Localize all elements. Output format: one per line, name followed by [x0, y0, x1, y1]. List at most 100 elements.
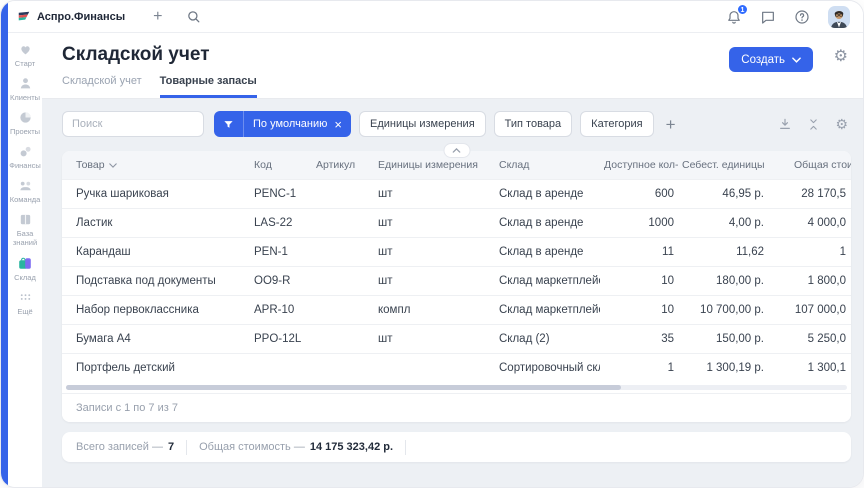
- column-header-available-qty[interactable]: Доступное кол-во: [600, 159, 678, 171]
- remove-filter-icon[interactable]: ×: [334, 118, 351, 131]
- chevron-up-icon: [453, 148, 461, 153]
- filter-units-button[interactable]: Единицы измерения: [359, 111, 486, 137]
- column-header-unit-cost[interactable]: Себест. единицы: [678, 159, 768, 171]
- sidebar: Старт Клиенты: [8, 33, 42, 487]
- cell-warehouse: Склад в аренде: [495, 217, 600, 229]
- table-row[interactable]: Подставка под документы OO9-R шт Склад м…: [62, 266, 851, 295]
- cell-product-name: Портфель детский: [62, 362, 250, 374]
- cell-available-qty: 10: [600, 275, 678, 287]
- cell-total-cost: 1 300,1: [768, 362, 851, 374]
- total-records-label: Всего записей —: [76, 441, 163, 453]
- collapse-filters-pill[interactable]: [443, 143, 470, 158]
- cell-product-name: Ручка шариковая: [62, 188, 250, 200]
- cell-code: PENC-1: [250, 188, 312, 200]
- download-icon[interactable]: [778, 117, 792, 131]
- quick-add-button[interactable]: +: [153, 9, 162, 25]
- main-content: Складской учет Складской учет Товарные з…: [42, 33, 863, 487]
- start-icon: [18, 42, 33, 57]
- column-header-code[interactable]: Код: [250, 159, 312, 171]
- cell-unit-cost: 46,95 р.: [678, 188, 768, 200]
- cell-available-qty: 1: [600, 362, 678, 374]
- global-search-icon[interactable]: [186, 9, 201, 24]
- add-filter-button[interactable]: +: [666, 116, 676, 133]
- chevron-down-icon: [792, 57, 801, 63]
- cell-warehouse: Сортировочный склад: [495, 362, 600, 374]
- sidebar-item-finance[interactable]: Финансы: [8, 144, 42, 170]
- total-records-value: 7: [168, 441, 174, 453]
- cell-code: APR-10: [250, 304, 312, 316]
- sidebar-item-knowledge-base[interactable]: База знаний: [8, 212, 42, 247]
- default-filter-chip[interactable]: По умолчанию ×: [214, 111, 351, 137]
- column-header-product[interactable]: Товар: [62, 159, 250, 171]
- cell-unit-cost: 180,00 р.: [678, 275, 768, 287]
- cell-warehouse: Склад маркетплейса: [495, 275, 600, 287]
- cell-product-name: Карандаш: [62, 246, 250, 258]
- cell-available-qty: 1000: [600, 217, 678, 229]
- warehouse-icon: [17, 255, 33, 271]
- scrollbar-thumb[interactable]: [66, 385, 621, 390]
- cell-unit: шт: [374, 217, 495, 229]
- sidebar-item-team[interactable]: Команда: [8, 178, 42, 204]
- filter-bar: По умолчанию × Единицы измерения Тип тов…: [62, 111, 851, 137]
- inventory-table-card: Товар Код Артикул Единицы измерения Скла…: [62, 151, 851, 422]
- table-settings-gear-icon[interactable]: ⚙: [835, 117, 848, 131]
- table-row[interactable]: Ластик LAS-22 шт Склад в аренде 1000 4,0…: [62, 208, 851, 237]
- table-row[interactable]: Ручка шариковая PENC-1 шт Склад в аренде…: [62, 179, 851, 208]
- brand-flag-icon: [17, 10, 31, 24]
- filter-category-button[interactable]: Категория: [580, 111, 653, 137]
- user-avatar[interactable]: [828, 6, 850, 28]
- tab-bar: Складской учет Товарные запасы: [62, 75, 849, 98]
- cell-total-cost: 5 250,0: [768, 333, 851, 345]
- help-icon[interactable]: [794, 9, 810, 25]
- cell-available-qty: 600: [600, 188, 678, 200]
- clients-icon: [18, 76, 33, 91]
- column-header-warehouse[interactable]: Склад: [495, 159, 600, 171]
- notifications-bell-icon[interactable]: 1: [726, 9, 742, 25]
- tab-product-stocks[interactable]: Товарные запасы: [160, 75, 257, 98]
- cell-total-cost: 28 170,5: [768, 188, 851, 200]
- table-row[interactable]: Портфель детский Сортировочный склад 1 1…: [62, 353, 851, 382]
- sidebar-item-start[interactable]: Старт: [8, 42, 42, 68]
- table-row[interactable]: Набор первоклассника APR-10 компл Склад …: [62, 295, 851, 324]
- cell-product-name: Бумага А4: [62, 333, 250, 345]
- summary-divider: [186, 440, 187, 455]
- cell-available-qty: 35: [600, 333, 678, 345]
- page-settings-gear-icon[interactable]: ⚙: [834, 49, 848, 65]
- cell-unit: шт: [374, 188, 495, 200]
- sidebar-item-warehouse[interactable]: Склад: [8, 255, 42, 282]
- sidebar-item-more[interactable]: Ещё: [8, 290, 42, 316]
- sidebar-item-clients[interactable]: Клиенты: [8, 76, 42, 102]
- create-button[interactable]: Создать: [729, 47, 813, 72]
- cell-total-cost: 107 000,0: [768, 304, 851, 316]
- scrollbar-track[interactable]: [66, 385, 847, 390]
- tab-warehouse-accounting[interactable]: Складской учет: [62, 75, 142, 98]
- search-input[interactable]: [62, 111, 204, 137]
- total-cost-label: Общая стоимость —: [199, 441, 305, 453]
- cell-total-cost: 1: [768, 246, 851, 258]
- cell-available-qty: 11: [600, 246, 678, 258]
- cell-unit: шт: [374, 275, 495, 287]
- sort-chevron-icon: [109, 163, 117, 168]
- more-dots-icon: [18, 290, 33, 305]
- team-icon: [18, 178, 33, 193]
- cell-code: PEN-1: [250, 246, 312, 258]
- pagination-info: Записи с 1 по 7 из 7: [76, 402, 178, 414]
- column-header-total-cost[interactable]: Общая стоимость: [768, 159, 851, 171]
- cell-code: LAS-22: [250, 217, 312, 229]
- sidebar-item-projects[interactable]: Проекты: [8, 110, 42, 136]
- chat-icon[interactable]: [760, 9, 776, 25]
- column-header-article[interactable]: Артикул: [312, 159, 374, 171]
- table-row[interactable]: Бумага А4 PPO-12L шт Склад (2) 35 150,00…: [62, 324, 851, 353]
- cell-warehouse: Склад маркетплейса: [495, 304, 600, 316]
- cell-warehouse: Склад в аренде: [495, 188, 600, 200]
- table-row[interactable]: Карандаш PEN-1 шт Склад в аренде 11 11,6…: [62, 237, 851, 266]
- cell-unit-cost: 4,00 р.: [678, 217, 768, 229]
- collapse-rows-icon[interactable]: [807, 118, 820, 131]
- column-header-units[interactable]: Единицы измерения: [374, 159, 495, 171]
- cell-unit: компл: [374, 304, 495, 316]
- cell-available-qty: 10: [600, 304, 678, 316]
- app-logo[interactable]: Аспро.Финансы: [17, 10, 125, 24]
- knowledge-base-icon: [18, 212, 33, 227]
- filter-product-type-button[interactable]: Тип товара: [494, 111, 573, 137]
- cell-warehouse: Склад (2): [495, 333, 600, 345]
